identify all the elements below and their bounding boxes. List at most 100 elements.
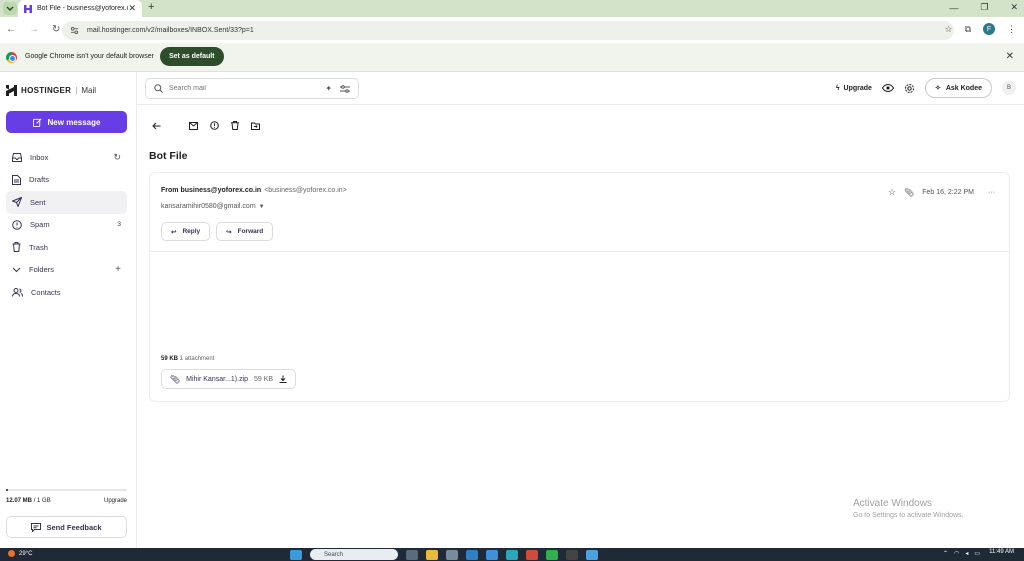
volume-icon[interactable]: ◂ [965,550,968,557]
sent-icon [12,197,22,208]
report-spam-icon[interactable] [210,121,219,130]
app-icon[interactable] [586,549,598,560]
tab-title: Bot File - business@yoforex.co [37,5,129,12]
app-icon[interactable] [446,549,458,560]
star-icon[interactable]: ☆ [888,187,896,198]
search-box[interactable]: ✦ [145,78,359,99]
reply-button[interactable]: ↩ Reply [161,222,211,241]
forward-button[interactable]: ↪ Forward [216,222,274,241]
new-message-button[interactable]: New message [6,111,127,133]
kodee-icon: ✧ [934,85,941,92]
back-arrow-icon[interactable] [152,122,161,130]
ask-kodee-label: Ask Kodee [945,84,982,92]
user-avatar[interactable]: B [1002,81,1016,95]
send-feedback-button[interactable]: Send Feedback [6,516,127,538]
sidebar-item-trash[interactable]: Trash [6,236,127,259]
feedback-icon [31,522,42,532]
attachment-summary: 59 KB 1 attachment [161,356,214,362]
forward-icon[interactable]: → [29,24,39,35]
delete-icon[interactable] [231,121,239,130]
recipient-dropdown-icon[interactable]: ▼ [259,204,265,210]
reload-icon[interactable]: ↻ [52,24,60,35]
sidebar-item-spam[interactable]: Spam 3 [6,214,127,237]
ai-sparkle-icon[interactable]: ✦ [325,84,332,93]
chevron-up-icon[interactable]: ⌃ [943,550,948,557]
message-date: Feb 16, 2:22 PM [922,189,974,196]
brand-product: Mail [81,86,97,95]
browser-tab[interactable]: Bot File - business@yoforex.co ✕ [18,0,142,17]
chrome-menu-icon[interactable]: ⋮ [1007,24,1016,35]
extensions-icon[interactable]: ⧉ [965,24,971,35]
refresh-icon[interactable]: ↻ [113,152,121,163]
mark-unread-icon[interactable] [189,121,198,130]
watermark-subtitle: Go to Settings to activate Windows. [853,512,964,519]
hostinger-favicon-icon [24,4,32,13]
storage-used: 12.07 MB [6,498,33,504]
app-icon[interactable] [466,549,478,560]
upgrade-label: Upgrade [843,84,872,92]
new-tab-icon[interactable]: + [148,1,154,13]
search-input[interactable] [169,85,326,92]
clock[interactable]: 11:49 AM [989,549,1014,555]
message-actions [152,121,260,130]
attachment-count: 1 attachment [179,356,215,362]
sidebar-item-sent[interactable]: Sent [6,191,127,214]
weather-widget[interactable]: 29°C [8,550,32,557]
recipient-row[interactable]: kansaramihir0580@gmail.com ▼ [161,203,265,210]
ask-kodee-button[interactable]: ✧ Ask Kodee [924,78,992,98]
forward-icon: ↪ [226,228,232,236]
forward-label: Forward [237,228,264,235]
sidebar-item-drafts[interactable]: Drafts [6,169,127,192]
taskbar-search[interactable]: Search [310,549,398,560]
battery-icon[interactable]: ▭ [974,550,980,557]
storage-upgrade-link[interactable]: Upgrade [104,498,127,504]
sidebar-item-label: Sent [30,197,46,207]
wifi-icon[interactable]: ◠ [954,550,959,557]
set-default-button[interactable]: Set as default [160,47,224,66]
attachment-chip[interactable]: 📎︎ Mihir Kansar...1).zip 59 KB [161,369,297,389]
sidebar-item-label: Trash [29,242,48,252]
close-window-icon[interactable]: ✕ [1010,2,1018,13]
app-icon[interactable] [406,549,418,560]
minimize-icon[interactable]: — [949,3,958,13]
recipient-address: kansaramihir0580@gmail.com [161,203,256,210]
eye-icon[interactable] [881,84,894,92]
add-folder-icon[interactable]: + [115,264,121,275]
sidebar-item-label: Spam [30,220,50,230]
more-options-icon[interactable]: ··· [988,189,995,196]
attachment-name: Mihir Kansar...1).zip [186,375,249,383]
system-tray: ⌃ ◠ ◂ ▭ [943,550,980,557]
restore-icon[interactable]: ❐ [980,2,988,13]
app-icon[interactable] [486,549,498,560]
tab-search-button[interactable] [3,2,17,15]
address-bar[interactable]: mail.hostinger.com/v2/mailboxes/INBOX.Se… [62,21,954,40]
profile-avatar[interactable]: F [983,23,995,35]
app-icon[interactable] [506,549,518,560]
sidebar-item-folders[interactable]: Folders + [6,259,127,282]
file-explorer-icon[interactable] [426,549,438,560]
reply-label: Reply [182,228,201,235]
upgrade-button[interactable]: ϟ Upgrade [836,85,872,92]
storage-usage: 12.07 MB / 1 GB [6,498,51,504]
sidebar-item-contacts[interactable]: Contacts [6,281,127,304]
attachment-total-size: 59 KB [161,356,179,362]
start-icon[interactable] [290,549,302,560]
tab-close-icon[interactable]: ✕ [128,3,136,14]
infobar-close-icon[interactable]: ✕ [1006,51,1014,62]
browser-toolbar: ← → ↻ mail.hostinger.com/v2/mailboxes/IN… [0,17,1024,43]
brand[interactable]: HOSTINGER | Mail [6,85,96,96]
storage-fill [6,489,9,491]
bookmark-star-icon[interactable]: ☆ [944,24,952,35]
filter-icon[interactable] [340,84,350,93]
download-icon[interactable] [279,375,287,383]
app-icon[interactable] [526,549,538,560]
site-info-icon[interactable] [70,26,79,35]
app-icon[interactable] [566,549,578,560]
back-icon[interactable]: ← [6,24,16,35]
sidebar-item-inbox[interactable]: Inbox ↻ [6,146,127,169]
whatsapp-icon[interactable] [546,549,558,560]
inbox-icon [12,152,22,162]
settings-gear-icon[interactable] [904,83,915,94]
search-icon [154,84,163,93]
move-to-folder-icon[interactable] [251,122,260,130]
